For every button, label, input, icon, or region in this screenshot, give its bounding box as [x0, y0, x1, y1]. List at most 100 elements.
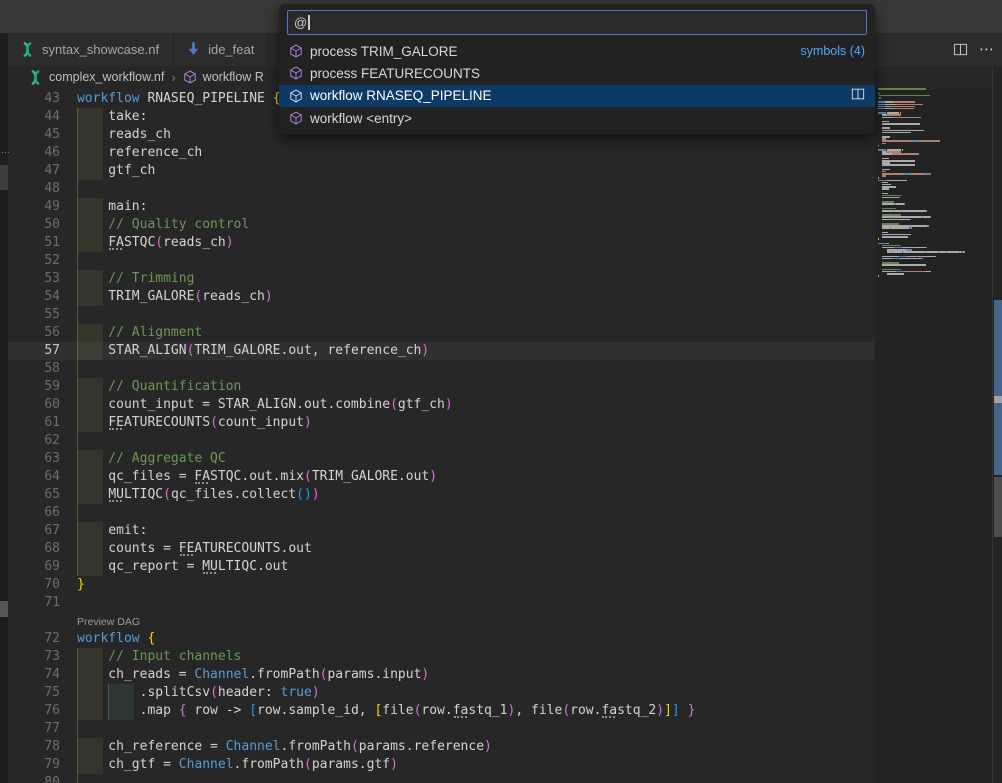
overview-ruler-decoration — [994, 300, 1002, 396]
indent-guide — [77, 774, 78, 783]
code-line: 77 — [0, 720, 875, 738]
quick-pick-item[interactable]: process TRIM_GALOREsymbols (4) — [279, 40, 875, 62]
code-line: 68 counts = FEATURECOUNTS.out — [0, 540, 875, 558]
more-actions-button[interactable]: ⋯ — [979, 45, 996, 55]
quick-pick-item[interactable]: workflow <entry> — [279, 107, 875, 129]
symbol-cube-icon — [183, 70, 197, 84]
quick-pick-item-label: process FEATURECOUNTS — [310, 66, 480, 81]
line-number: 68 — [0, 540, 60, 558]
line-number: 48 — [0, 180, 60, 198]
line-number: 61 — [0, 414, 60, 432]
code-line: 57 STAR_ALIGN(TRIM_GALORE.out, reference… — [0, 342, 875, 360]
line-number: 75 — [0, 684, 60, 702]
left-strip-marker — [0, 601, 8, 617]
line-number: 55 — [0, 306, 60, 324]
line-number: 64 — [0, 468, 60, 486]
code-line: 79 ch_gtf = Channel.fromPath(params.gtf) — [0, 756, 875, 774]
open-to-side-icon[interactable] — [851, 87, 865, 104]
breadcrumb-symbol[interactable]: workflow R — [203, 70, 264, 84]
indent-guide — [77, 252, 78, 270]
code-line: 51 FASTQC(reads_ch) — [0, 234, 875, 252]
quick-pick-item[interactable]: process FEATURECOUNTS — [279, 62, 875, 84]
line-number: 60 — [0, 396, 60, 414]
tab-label: ide_feat — [208, 42, 254, 57]
code-lines: 43workflow RNASEQ_PIPELINE {44 take:45 r… — [0, 90, 875, 783]
code-line: 72workflow { — [0, 630, 875, 648]
breadcrumb-file[interactable]: complex_workflow.nf — [49, 70, 164, 84]
nextflow-logo-icon — [20, 42, 35, 57]
minimap[interactable] — [878, 88, 990, 277]
code-line: 48 — [0, 180, 875, 198]
hint-underlined-token: FEATURECOUNTS — [179, 541, 281, 556]
quick-pick-panel: @ process TRIM_GALOREsymbols (4)process … — [279, 4, 875, 134]
code-line: 64 qc_files = FASTQC.out.mix(TRIM_GALORE… — [0, 468, 875, 486]
symbol-cube-icon — [289, 89, 303, 103]
code-editor[interactable]: 43workflow RNASEQ_PIPELINE {44 take:45 r… — [0, 88, 1002, 783]
code-line: 75 .splitCsv(header: true) — [0, 684, 875, 702]
vertical-scrollbar[interactable] — [992, 66, 1002, 783]
hint-underlined-token: fastq_1 — [453, 703, 508, 718]
line-number: 56 — [0, 324, 60, 342]
hint-underlined-token: FASTQC — [194, 469, 241, 484]
codelens-preview-dag[interactable]: Preview DAG — [77, 613, 140, 631]
line-number: 51 — [0, 234, 60, 252]
line-number: 57 — [0, 342, 60, 360]
code-line: 60 count_input = STAR_ALIGN.out.combine(… — [0, 396, 875, 414]
code-line: 53 // Trimming — [0, 270, 875, 288]
indent-guide — [77, 360, 78, 378]
line-number: 72 — [0, 630, 60, 648]
left-strip-ellipsis: … — [1, 145, 11, 155]
split-editor-button[interactable] — [951, 41, 969, 59]
overview-ruler-cursor-mark — [994, 396, 1002, 403]
symbol-cube-icon — [289, 44, 303, 58]
hint-underlined-token: MULTIQC — [108, 487, 163, 502]
indent-guide — [77, 432, 78, 450]
nextflow-logo-icon — [28, 70, 43, 85]
quick-pick-item[interactable]: workflow RNASEQ_PIPELINE — [279, 85, 875, 107]
line-number: 50 — [0, 216, 60, 234]
symbols-count-link[interactable]: symbols (4) — [800, 44, 865, 58]
line-number: 65 — [0, 486, 60, 504]
symbol-cube-icon — [289, 66, 303, 80]
quick-pick-item-label: workflow <entry> — [310, 111, 412, 126]
quick-pick-query: @ — [294, 15, 307, 30]
line-number: 71 — [0, 594, 60, 612]
breadcrumb-separator: › — [171, 70, 175, 85]
code-line: 74 ch_reads = Channel.fromPath(params.in… — [0, 666, 875, 684]
line-number: 45 — [0, 126, 60, 144]
code-line: 76 .map { row -> [row.sample_id, [file(r… — [0, 702, 875, 720]
line-number: 70 — [0, 576, 60, 594]
hint-underlined-token: FASTQC — [108, 235, 155, 250]
indent-guide — [77, 504, 78, 522]
tab-syntax-showcase[interactable]: syntax_showcase.nf — [8, 33, 174, 66]
symbol-cube-icon — [289, 111, 303, 125]
quick-pick-input[interactable]: @ — [287, 10, 867, 35]
hint-underlined-token: MULTIQC — [202, 559, 257, 574]
line-number: 43 — [0, 90, 60, 108]
code-line: 56 // Alignment — [0, 324, 875, 342]
hint-underlined-token: fastq_2 — [601, 703, 656, 718]
scrollbar-slider[interactable] — [994, 477, 1002, 537]
line-number: 79 — [0, 756, 60, 774]
code-line: 59 // Quantification — [0, 378, 875, 396]
line-number: 63 — [0, 450, 60, 468]
line-number: 52 — [0, 252, 60, 270]
code-line: 69 qc_report = MULTIQC.out — [0, 558, 875, 576]
quick-pick-list: process TRIM_GALOREsymbols (4) process FE… — [279, 40, 875, 129]
tab-label: syntax_showcase.nf — [42, 42, 159, 57]
code-line: 71 — [0, 594, 875, 612]
overview-ruler-decoration — [994, 403, 1002, 475]
tab-ide-features[interactable]: ide_feat — [174, 33, 269, 66]
codelens-row: Preview DAG — [0, 612, 875, 630]
line-number: 59 — [0, 378, 60, 396]
line-number: 53 — [0, 270, 60, 288]
indent-guide — [77, 306, 78, 324]
code-line: 47 gtf_ch — [0, 162, 875, 180]
code-line: 66 — [0, 504, 875, 522]
quick-pick-item-label: workflow RNASEQ_PIPELINE — [310, 88, 492, 103]
line-number: 49 — [0, 198, 60, 216]
code-line: 55 — [0, 306, 875, 324]
text-cursor — [308, 15, 310, 30]
code-line: 61 FEATURECOUNTS(count_input) — [0, 414, 875, 432]
line-number: 78 — [0, 738, 60, 756]
